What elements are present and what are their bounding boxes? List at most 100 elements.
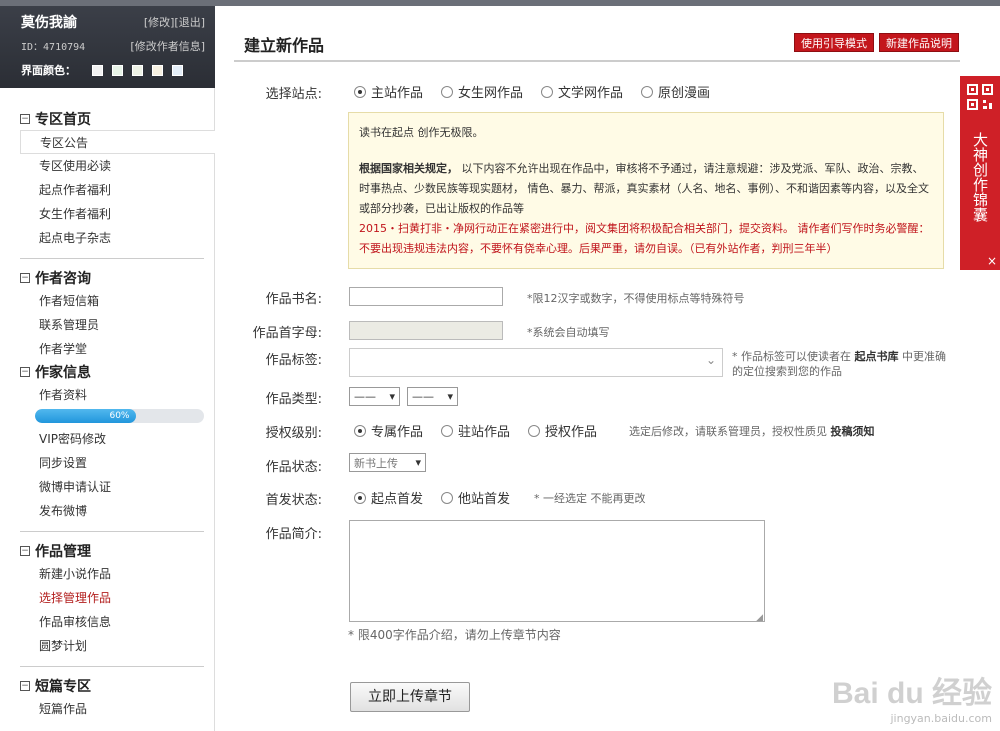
profile-progress-bar: 60% [35, 409, 204, 423]
section-head[interactable]: − 专区首页 [20, 108, 204, 130]
site-radio-female[interactable]: 女生网作品 [441, 82, 523, 101]
notice-line1: 读书在起点 创作无极限。 [359, 126, 484, 139]
divider [20, 531, 204, 532]
theme-swatch-4[interactable] [152, 65, 163, 76]
triangle-down-icon: ▾ [447, 390, 453, 403]
sidebar-item-short-works[interactable]: 短篇作品 [20, 697, 204, 721]
collapse-icon[interactable]: − [20, 546, 30, 556]
intro-textarea[interactable]: ◢ [349, 520, 765, 623]
sidebar-item-inbox[interactable]: 作者短信箱 [20, 289, 204, 313]
first-radio-other[interactable]: 他站首发 [441, 488, 510, 507]
upload-chapter-button[interactable]: 立即上传章节 [350, 682, 470, 712]
radio-icon[interactable] [441, 491, 454, 504]
tags-input[interactable]: ⌄ [349, 348, 723, 377]
radio-icon[interactable] [641, 85, 654, 98]
section-home: − 专区首页 专区公告 专区使用必读 起点作者福利 女生作者福利 起点电子杂志 [0, 108, 215, 250]
sidebar-item-female-welfare[interactable]: 女生作者福利 [20, 202, 204, 226]
radio-icon[interactable] [354, 424, 366, 437]
resize-handle-icon[interactable]: ◢ [756, 613, 763, 623]
status-select[interactable]: 新书上传 ▾ [349, 453, 426, 472]
user-name: 莫伤我諭 [21, 15, 77, 31]
intro-hint: * 限400字作品介绍，请勿上传章节内容 [348, 628, 561, 642]
radio-icon[interactable] [528, 424, 541, 437]
site-radio-literature[interactable]: 文学网作品 [541, 82, 623, 101]
guide-mode-button[interactable]: 使用引导模式 [794, 33, 874, 52]
auth-radio-licensed[interactable]: 授权作品 [528, 421, 597, 440]
user-box: 莫伤我諭 [修改][退出] ID：4710794 [修改作者信息] 界面颜色： [0, 6, 215, 88]
sidebar-item-weibo-verify[interactable]: 微博申请认证 [20, 475, 204, 499]
section-head[interactable]: − 短篇专区 [20, 675, 204, 697]
sidebar-item-must-read[interactable]: 专区使用必读 [20, 154, 204, 178]
section-consult: − 作者咨询 作者短信箱 联系管理员 作者学堂 [0, 267, 214, 361]
sidebar-item-school[interactable]: 作者学堂 [20, 337, 204, 361]
sidebar-item-review-info[interactable]: 作品审核信息 [20, 610, 204, 634]
sidebar-item-qidian-welfare[interactable]: 起点作者福利 [20, 178, 204, 202]
site-label: 选择站点: [265, 87, 322, 102]
theme-swatch-3[interactable] [132, 65, 143, 76]
collapse-icon[interactable]: − [20, 367, 30, 377]
qidian-library-link[interactable]: 起点书库 [855, 350, 899, 363]
type-select-primary[interactable]: —— ▾ [349, 387, 400, 406]
sidebar-item-vip-password[interactable]: VIP密码修改 [20, 427, 204, 451]
book-name-input[interactable] [349, 287, 503, 306]
sidebar-item-dream-plan[interactable]: 圆梦计划 [20, 634, 204, 658]
watermark-logo: Bai du 经验 [831, 677, 992, 710]
type-select-secondary[interactable]: —— ▾ [407, 387, 458, 406]
creation-kit-floatbar[interactable]: 大神创作锦囊 × [960, 76, 1000, 270]
new-work-help-button[interactable]: 新建作品说明 [879, 33, 959, 52]
theme-swatches [92, 65, 183, 76]
divider [20, 666, 204, 667]
theme-swatch-2[interactable] [112, 65, 123, 76]
notice-box: 读书在起点 创作无极限。 根据国家相关规定， 以下内容不允许出现在作品中，审核将… [348, 112, 944, 269]
edit-author-info-link[interactable]: [修改作者信息] [130, 38, 205, 54]
title-row: 建立新作品 使用引导模式 新建作品说明 [234, 6, 960, 62]
sidebar-item-new-novel[interactable]: 新建小说作品 [20, 562, 204, 586]
tags-label: 作品标签: [265, 353, 322, 368]
collapse-icon[interactable]: − [20, 114, 30, 124]
triangle-down-icon: ▾ [389, 390, 395, 403]
notice-bold: 根据国家相关规定， [359, 162, 458, 175]
creation-kit-text: 大神创作锦囊 [971, 132, 989, 222]
collapse-icon[interactable]: − [20, 273, 30, 283]
theme-swatch-1[interactable] [92, 65, 103, 76]
collapse-icon[interactable]: − [20, 681, 30, 691]
site-radio-comic[interactable]: 原创漫画 [641, 82, 710, 101]
qr-code-icon [967, 84, 993, 110]
sidebar-item-magazine[interactable]: 起点电子杂志 [20, 226, 204, 250]
section-head[interactable]: − 作品管理 [20, 540, 204, 562]
main-content: 建立新作品 使用引导模式 新建作品说明 选择站点: 主站作品 女生网作品 文学网… [234, 6, 960, 731]
auth-radio-group: 专属作品 驻站作品 授权作品 [354, 421, 615, 440]
site-radio-main[interactable]: 主站作品 [354, 82, 423, 101]
radio-icon[interactable] [441, 424, 454, 437]
sidebar-item-contact-admin[interactable]: 联系管理员 [20, 313, 204, 337]
sidebar-item-sync[interactable]: 同步设置 [20, 451, 204, 475]
auth-radio-resident[interactable]: 驻站作品 [441, 421, 510, 440]
section-writer-info-more: VIP密码修改 同步设置 微博申请认证 发布微博 [0, 427, 214, 523]
notice-red: 2015・扫黄打非・净网行动正在紧密进行中，阅文集团将积极配合相关部门，提交资料… [359, 222, 930, 255]
theme-swatch-5[interactable] [172, 65, 183, 76]
radio-icon[interactable] [441, 85, 454, 98]
first-publish-hint: * 一经选定 不能再更改 [534, 492, 646, 505]
first-publish-label: 首发状态: [265, 493, 322, 508]
first-radio-qidian[interactable]: 起点首发 [354, 488, 423, 507]
sidebar-item-weibo-post[interactable]: 发布微博 [20, 499, 204, 523]
submission-notice-link[interactable]: 投稿须知 [831, 425, 875, 438]
section-head[interactable]: − 作者咨询 [20, 267, 204, 289]
section-short: − 短篇专区 短篇作品 [0, 675, 214, 721]
radio-icon[interactable] [354, 491, 366, 504]
sidebar-item-announcement[interactable]: 专区公告 [20, 130, 215, 154]
radio-icon[interactable] [541, 85, 554, 98]
auth-radio-exclusive[interactable]: 专属作品 [354, 421, 423, 440]
user-links[interactable]: [修改][退出] [144, 14, 205, 30]
sidebar-item-profile[interactable]: 作者资料 [20, 383, 204, 407]
watermark-url: jingyan.baidu.com [890, 712, 992, 725]
sidebar-item-manage-works[interactable]: 选择管理作品 [20, 586, 204, 610]
chevron-down-icon[interactable]: ⌄ [706, 353, 716, 367]
status-label: 作品状态: [265, 460, 322, 475]
radio-icon[interactable] [354, 85, 366, 98]
theme-label: 界面颜色： [21, 64, 76, 77]
close-icon[interactable]: × [987, 254, 997, 268]
progress-text: 60% [109, 411, 130, 421]
section-head[interactable]: − 作家信息 [20, 361, 204, 383]
initial-hint: *系统会自动填写 [527, 326, 610, 339]
